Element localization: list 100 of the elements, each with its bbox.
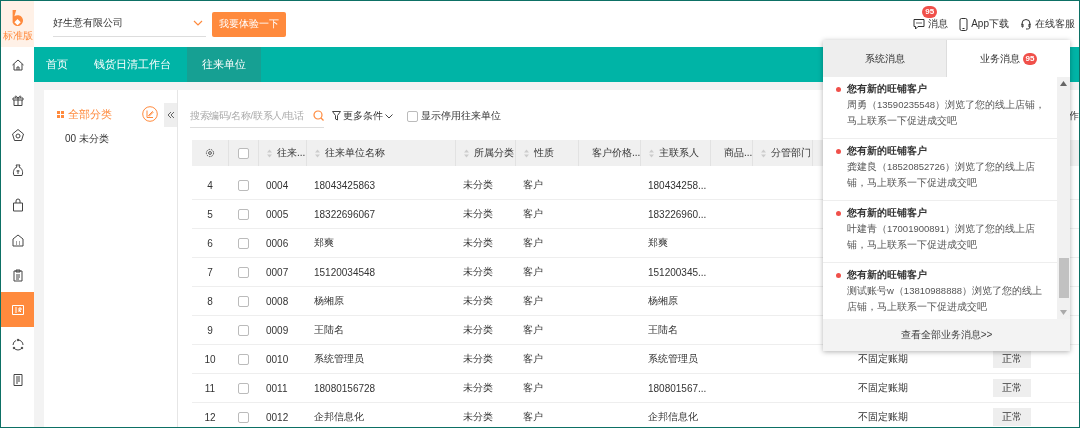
grid-icon: [57, 110, 64, 118]
table-cell: 未分类: [463, 323, 493, 337]
table-cell: 18043425863: [314, 179, 376, 191]
unread-badge: 95: [1022, 52, 1038, 65]
table-cell: 客户: [523, 352, 543, 366]
table-cell: 客户: [523, 178, 543, 192]
table-cell: 0012: [266, 411, 289, 423]
document-icon: [10, 372, 25, 387]
message-text: 龚建良（18520852726）浏览了您的线上店铺，马上联系一下促进成交吧: [846, 160, 1037, 190]
table-cell: 客户: [523, 207, 543, 221]
scrollbar[interactable]: [1057, 77, 1070, 319]
table-cell: 客户: [523, 323, 543, 337]
double-chevron-left-icon: [166, 111, 175, 119]
row-number: 6: [207, 237, 213, 249]
home-icon: [10, 57, 25, 72]
column-header: 分管部门: [771, 146, 811, 160]
header-action-link[interactable]: App下载: [959, 17, 1009, 31]
message-tab[interactable]: 业务消息 95: [947, 40, 1070, 77]
checkbox-label: 显示停用往来单位: [421, 109, 501, 123]
header-action-link[interactable]: 在线客服: [1020, 17, 1075, 31]
status-tag: 正常: [993, 379, 1031, 397]
sort-icon[interactable]: [315, 148, 320, 158]
checkbox[interactable]: [237, 382, 249, 394]
coin-house-icon: [10, 127, 25, 142]
checkbox[interactable]: [237, 353, 249, 365]
table-cell: 未分类: [463, 410, 493, 424]
column-header: 商品...: [724, 146, 753, 160]
checkbox[interactable]: [237, 237, 249, 249]
table-cell: 180434258...: [648, 179, 707, 191]
row-number: 10: [204, 353, 216, 365]
search-field[interactable]: 搜索编码/名称/联系人/电话: [190, 104, 324, 128]
edition-label: 标准版: [2, 30, 33, 41]
table-cell: 企邦信息化: [314, 410, 364, 424]
message-tab[interactable]: 系统消息: [823, 40, 947, 77]
message-text: 周勇（13590235548）浏览了您的线上店铺，马上联系一下促进成交吧: [846, 98, 1047, 128]
checkbox[interactable]: [237, 179, 249, 191]
table-cell: 杨缃原: [648, 294, 678, 308]
chevron-down-icon: [193, 20, 203, 26]
table-cell: 0011: [266, 382, 288, 394]
scroll-down-icon[interactable]: [1060, 310, 1067, 315]
table-cell: 未分类: [463, 352, 493, 366]
table-cell: 未分类: [463, 381, 493, 395]
status-tag: 正常: [993, 408, 1031, 426]
message-title: 您有新的旺铺客户: [847, 206, 927, 220]
header-action-link[interactable]: 消息: [913, 17, 949, 31]
checkbox[interactable]: [407, 110, 418, 122]
checkbox[interactable]: [237, 295, 249, 307]
clipboard-icon: [10, 267, 25, 282]
money-bag-icon: [10, 162, 25, 177]
more-filters-button[interactable]: 更多条件: [332, 109, 393, 123]
table-cell: 未分类: [463, 178, 493, 192]
checkbox[interactable]: [238, 147, 249, 159]
table-cell: 0005: [266, 208, 289, 220]
cycle-icon: [10, 337, 25, 352]
message-text: 叶建青（17001900891）浏览了您的线上店铺，马上联系一下促进成交吧: [846, 222, 1037, 252]
row-number: 9: [207, 324, 213, 336]
table-cell: 系统管理员: [314, 352, 364, 366]
view-all-link[interactable]: 查看全部业务消息>>: [823, 319, 1070, 351]
category-item[interactable]: 00 未分类: [57, 122, 158, 146]
table-cell: 0004: [266, 179, 289, 191]
table-cell: 15120034548: [314, 266, 376, 278]
sort-icon[interactable]: [524, 148, 529, 158]
row-number: 12: [204, 411, 216, 423]
building-icon: [10, 232, 25, 247]
message-title: 您有新的旺铺客户: [847, 82, 927, 96]
collapse-button[interactable]: [164, 103, 177, 127]
company-select[interactable]: 好生意有限公司: [53, 11, 206, 37]
scrollbar-thumb[interactable]: [1058, 258, 1069, 298]
sort-icon[interactable]: [649, 148, 654, 158]
row-number: 8: [207, 295, 213, 307]
sort-icon[interactable]: [464, 148, 469, 158]
table-cell: 郑爽: [648, 236, 668, 250]
checkbox[interactable]: [237, 208, 249, 220]
checkbox[interactable]: [237, 266, 249, 278]
settings-icon[interactable]: [205, 148, 215, 158]
table-cell: 不固定账期: [858, 352, 908, 366]
table-cell: 郑爽: [314, 236, 334, 250]
table-cell: 杨缃原: [314, 294, 344, 308]
sort-icon[interactable]: [267, 148, 272, 158]
checkbox[interactable]: [237, 324, 249, 336]
card-icon: [10, 302, 25, 317]
table-cell: 王陆名: [314, 323, 344, 337]
table-cell: 0006: [266, 237, 289, 249]
table-cell: 不固定账期: [858, 381, 908, 395]
table-cell: 不固定账期: [858, 410, 908, 424]
column-header: 主联系人: [659, 146, 699, 160]
table-cell: 151200345...: [648, 266, 707, 278]
table-cell: 系统管理员: [648, 352, 698, 366]
checkbox[interactable]: [237, 411, 249, 423]
table-cell: 183226960...: [648, 208, 707, 220]
table-cell: 18322696067: [314, 208, 376, 220]
headset-icon: [1020, 18, 1032, 30]
bag-icon: [10, 197, 25, 212]
table-cell: 客户: [523, 381, 543, 395]
table-cell: 客户: [523, 294, 543, 308]
table-cell: 客户: [523, 236, 543, 250]
row-number: 5: [207, 208, 213, 220]
table-cell: 0007: [266, 266, 289, 278]
message-text: 测试账号w（13810988888）浏览了您的线上店铺，马上联系一下促进成交吧: [846, 284, 1043, 314]
sort-icon[interactable]: [761, 148, 766, 158]
